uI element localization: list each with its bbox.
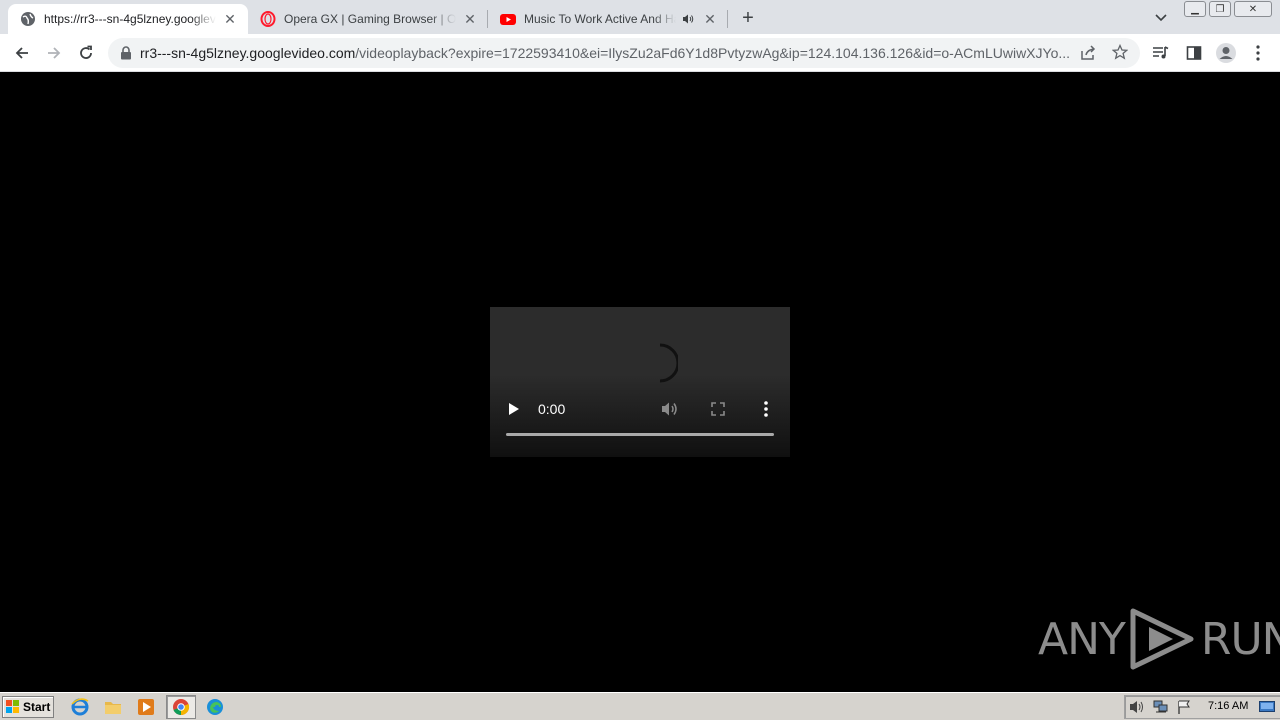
video-time: 0:00 — [538, 401, 566, 417]
minimize-button[interactable]: ▁ — [1184, 1, 1206, 17]
close-icon[interactable]: ✕ — [462, 11, 478, 27]
new-tab-button[interactable]: + — [736, 6, 760, 30]
windows-logo-icon — [6, 700, 19, 713]
tab-title: https://rr3---sn-4g5lzney.googlevideo.co… — [44, 12, 216, 26]
youtube-icon — [500, 11, 516, 27]
network-icon[interactable] — [1153, 700, 1169, 719]
show-desktop-icon[interactable] — [1259, 700, 1275, 718]
arrow-right-icon — [48, 47, 61, 59]
taskbar: Start — [0, 692, 1280, 720]
tab-title: Opera GX | Gaming Browser | Opera — [284, 12, 456, 26]
play-button[interactable] — [504, 397, 524, 421]
close-icon: ✕ — [1248, 3, 1258, 15]
share-icon[interactable] — [1080, 45, 1096, 66]
watermark-text-left: ANY — [1038, 613, 1126, 665]
mute-button[interactable] — [658, 397, 682, 421]
anyrun-watermark: ANY RUN — [1038, 607, 1280, 671]
side-panel-icon — [1186, 46, 1202, 60]
volume-icon[interactable] — [1129, 700, 1145, 719]
globe-icon — [20, 11, 36, 27]
close-icon[interactable]: ✕ — [702, 11, 718, 27]
tab-videoplayback[interactable]: https://rr3---sn-4g5lzney.googlevideo.co… — [8, 4, 248, 34]
restore-icon: ❐ — [1215, 3, 1225, 15]
tab-opera[interactable]: Opera GX | Gaming Browser | Opera ✕ — [248, 4, 488, 34]
video-options-button[interactable] — [756, 397, 776, 421]
kebab-menu-icon — [1256, 45, 1260, 61]
url-host: rr3---sn-4g5lzney.googlevideo.com — [140, 45, 356, 61]
reload-icon — [80, 45, 92, 59]
arrow-left-icon — [15, 47, 28, 59]
side-panel-button[interactable] — [1180, 39, 1208, 67]
start-label: Start — [23, 700, 51, 714]
action-center-flag-icon[interactable] — [1177, 700, 1193, 719]
start-button[interactable]: Start — [2, 696, 54, 718]
play-logo-icon — [1130, 608, 1194, 670]
chevron-down-icon — [1155, 14, 1167, 22]
tab-search-button[interactable] — [1150, 7, 1172, 29]
page-content: 0:00 ANY RUN — [0, 72, 1280, 692]
close-icon[interactable]: ✕ — [222, 11, 238, 27]
video-progress-bar[interactable] — [506, 433, 774, 436]
address-bar[interactable]: rr3---sn-4g5lzney.googlevideo.com/videop… — [108, 38, 1140, 68]
taskbar-clock: 7:16 AM — [1208, 700, 1249, 712]
kebab-menu-icon — [764, 401, 768, 417]
file-explorer-icon[interactable] — [103, 697, 123, 717]
internet-explorer-icon[interactable] — [70, 697, 90, 717]
avatar-icon — [1216, 43, 1236, 63]
tab-strip: https://rr3---sn-4g5lzney.googlevideo.co… — [0, 0, 1280, 34]
media-queue-icon — [1153, 46, 1169, 59]
opera-icon — [260, 11, 276, 27]
minimize-icon: ▁ — [1191, 3, 1199, 15]
volume-icon — [662, 402, 677, 416]
forward-button[interactable] — [40, 39, 68, 67]
browser-toolbar: rr3---sn-4g5lzney.googlevideo.com/videop… — [0, 34, 1280, 72]
close-window-button[interactable]: ✕ — [1234, 1, 1272, 17]
fullscreen-icon — [711, 402, 725, 416]
edge-icon[interactable] — [205, 697, 225, 717]
play-icon — [509, 403, 519, 415]
loading-spinner-icon — [659, 343, 678, 383]
star-icon[interactable] — [1111, 43, 1129, 65]
media-player-icon[interactable] — [136, 697, 156, 717]
watermark-text-right: RUN — [1200, 613, 1280, 665]
tab-title: Music To Work Active And Happy — [524, 12, 676, 26]
system-tray — [1124, 695, 1280, 719]
chrome-taskbar-button[interactable] — [166, 695, 196, 719]
url-path: /videoplayback?expire=1722593410&ei=Ilys… — [355, 45, 1071, 61]
profile-button[interactable] — [1212, 39, 1240, 67]
tab-separator — [727, 10, 728, 28]
speaker-icon[interactable] — [680, 11, 696, 27]
media-controls-button[interactable] — [1147, 39, 1175, 67]
fullscreen-button[interactable] — [706, 397, 730, 421]
lock-icon — [121, 46, 131, 60]
chrome-icon — [173, 699, 190, 716]
tab-youtube[interactable]: Music To Work Active And Happy ✕ — [488, 4, 728, 34]
url-text: rr3---sn-4g5lzney.googlevideo.com/videop… — [140, 45, 1080, 61]
menu-button[interactable] — [1244, 39, 1272, 67]
back-button[interactable] — [8, 39, 36, 67]
reload-button[interactable] — [72, 39, 100, 67]
video-player[interactable]: 0:00 — [490, 307, 790, 457]
restore-button[interactable]: ❐ — [1209, 1, 1231, 17]
